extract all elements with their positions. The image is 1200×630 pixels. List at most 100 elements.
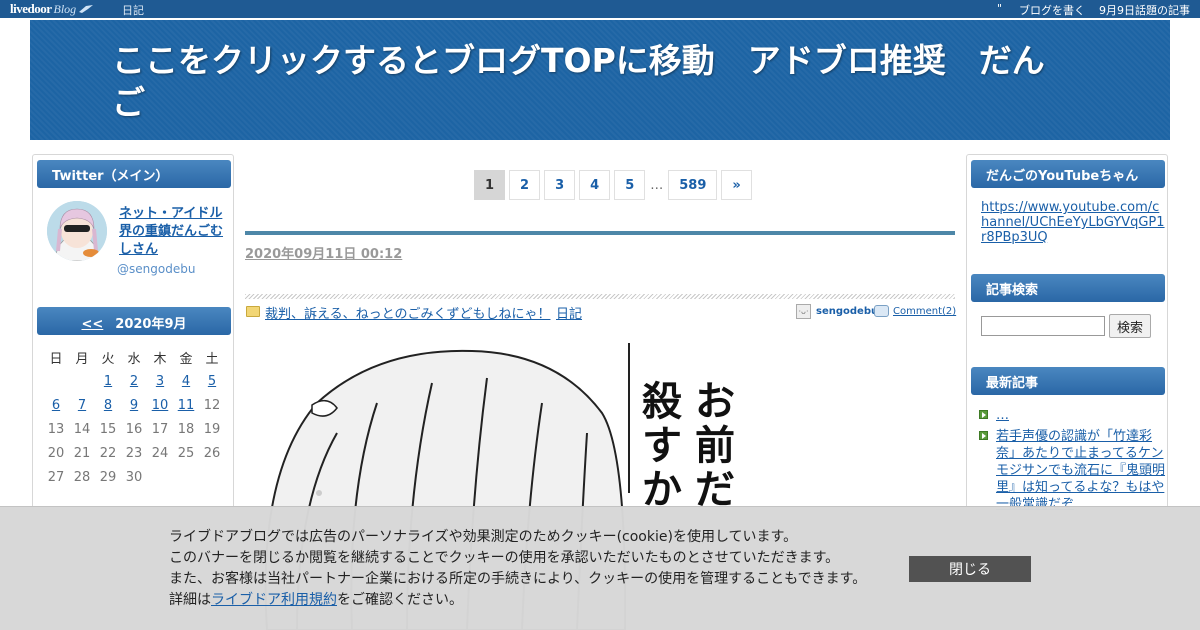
calendar-day: 19 <box>203 421 221 437</box>
calendar-day: 18 <box>177 421 195 437</box>
calendar-day[interactable]: 7 <box>69 398 95 413</box>
calendar-day[interactable]: 11 <box>173 398 199 413</box>
search-heading: 記事検索 <box>971 274 1165 302</box>
page-next-link[interactable]: » <box>721 170 752 200</box>
youtube-heading: だんごのYouTubeちゃん <box>971 160 1165 188</box>
cookie-line-1: ライブドアブログでは広告のパーソナライズや効果測定のためクッキー(cookie)… <box>169 529 798 545</box>
blog-header[interactable]: ここをクリックするとブログTOPに移動 アドブロ推奨 だんご <box>30 20 1170 140</box>
calendar-day: 23 <box>125 445 143 461</box>
comment-icon <box>874 305 889 317</box>
calendar-weekday-row: 日 月 火 水 木 金 土 <box>43 345 225 369</box>
post-date[interactable]: 2020年09月11日 00:12 <box>245 243 402 262</box>
search-input[interactable] <box>981 316 1105 336</box>
calendar-day[interactable]: 8 <box>95 398 121 413</box>
livedoor-blog-logo[interactable]: livedoor Blog <box>10 1 94 17</box>
list-item: … <box>979 407 1165 424</box>
calendar-days: 1 2 3 4 5 6 7 8 9 10 11 12 13 14 15 16 17 18 19 20 21 22 23 24 2… <box>43 369 225 489</box>
post-comments-link[interactable]: Comment(2) <box>893 306 956 317</box>
cookie-close-button[interactable]: 閉じる <box>909 556 1031 582</box>
twitter-avatar[interactable] <box>47 201 107 261</box>
calendar-prev-link[interactable]: << <box>81 317 103 332</box>
calendar-grid: 日 月 火 水 木 金 土 1 2 3 4 5 6 7 8 9 10 11 12 13 14 15 16 17 1… <box>43 345 225 489</box>
pagination: 1 2 3 4 5 … 589 » <box>474 170 752 200</box>
cookie-line-2: このバナーを閉じるか閲覧を継続することでクッキーの使用を承認いただいたものとさせ… <box>169 550 840 566</box>
weekday-thu: 木 <box>153 351 167 367</box>
calendar-week-row: 20 21 22 23 24 25 26 <box>43 441 225 465</box>
bullet-arrow-icon <box>979 431 988 440</box>
calendar-day[interactable]: 9 <box>121 398 147 413</box>
folder-icon <box>246 306 260 317</box>
recent-article-link[interactable]: … <box>996 408 1009 423</box>
manga-text-5: す <box>642 423 682 469</box>
post-category-link[interactable]: 日記 <box>556 303 582 322</box>
calendar-day: 12 <box>203 397 221 413</box>
top-bar: livedoor Blog 日記 " ブログを書く 9月9日話題の記事 <box>0 0 1200 18</box>
main-divider <box>245 231 955 235</box>
weekday-wed: 水 <box>127 351 141 367</box>
twitter-display-name[interactable]: ネット・アイドル界の重鎮だんごむしさん <box>119 205 235 259</box>
page-ellipsis: … <box>650 177 664 193</box>
calendar-week-row: 27 28 29 30 <box>43 465 225 489</box>
calendar-day[interactable]: 1 <box>95 374 121 389</box>
weekday-sat: 土 <box>205 351 219 367</box>
quote-icon: " <box>997 2 1003 15</box>
bullet-arrow-icon <box>979 410 988 419</box>
list-item: 若手声優の認識が「竹達彩奈」あたりで止まってるケンモジサンでも流石に『鬼頭明里』… <box>979 428 1165 513</box>
calendar-week-row: 6 7 8 9 10 11 12 <box>43 393 225 417</box>
calendar-day[interactable]: 5 <box>199 374 225 389</box>
page-4-link[interactable]: 4 <box>579 170 611 200</box>
youtube-channel-link[interactable]: https://www.youtube.com/channel/UChEeYyL… <box>981 200 1165 245</box>
calendar-day: 26 <box>203 445 221 461</box>
write-blog-link[interactable]: ブログを書く <box>1019 2 1085 18</box>
manga-text-2: 前 <box>695 423 734 469</box>
weekday-sun: 日 <box>49 351 63 367</box>
calendar-day[interactable]: 10 <box>147 398 173 413</box>
logo-text: livedoor <box>10 1 52 16</box>
manga-text-4: 殺 <box>642 379 682 425</box>
calendar-day: 21 <box>73 445 91 461</box>
cookie-line-3: また、お客様は当社パートナー企業における所定の手続きにより、クッキーの使用を管理… <box>169 571 867 587</box>
blog-title[interactable]: ここをクリックするとブログTOPに移動 アドブロ推奨 だんご <box>112 40 1072 124</box>
post-author[interactable]: sengodebu <box>816 306 878 317</box>
calendar-day: 25 <box>177 445 195 461</box>
calendar-week-row: 12345 <box>43 369 225 393</box>
recent-heading: 最新記事 <box>971 367 1165 395</box>
cookie-line-4: 詳細はライブドア利用規約をご確認ください。 <box>169 590 866 611</box>
bird-icon <box>79 5 94 13</box>
page-last-link[interactable]: 589 <box>668 170 718 200</box>
cookie-banner: ライブドアブログでは広告のパーソナライズや効果測定のためクッキー(cookie)… <box>0 506 1200 630</box>
cookie-line-4-suffix: をご確認ください。 <box>337 592 463 608</box>
twitter-handle[interactable]: @sengodebu <box>117 262 195 276</box>
calendar-week-row: 13 14 15 16 17 18 19 <box>43 417 225 441</box>
calendar-day: 14 <box>73 421 91 437</box>
page-1-current: 1 <box>474 170 506 200</box>
calendar-day: 13 <box>47 421 65 437</box>
top-right-links: " ブログを書く 9月9日話題の記事 <box>997 2 1190 18</box>
twitter-heading: Twitter（メイン） <box>37 160 231 188</box>
calendar-day: 27 <box>47 469 65 485</box>
calendar-day[interactable]: 4 <box>173 374 199 389</box>
calendar-month: 2020年9月 <box>115 317 187 332</box>
page-3-link[interactable]: 3 <box>544 170 576 200</box>
author-icon: ·ᴗ· <box>796 304 811 319</box>
search-button[interactable]: 検索 <box>1109 314 1151 338</box>
logo-blog-text: Blog <box>53 1 77 16</box>
recent-articles-list: … 若手声優の認識が「竹達彩奈」あたりで止まってるケンモジサンでも流石に『鬼頭明… <box>979 407 1165 517</box>
weekday-mon: 月 <box>75 351 89 367</box>
page-5-link[interactable]: 5 <box>614 170 646 200</box>
calendar-day[interactable]: 2 <box>121 374 147 389</box>
post-title-link[interactable]: 裁判、訴える、ねっとのごみくずどもしねにゃ！ <box>265 303 550 322</box>
topic-article-link[interactable]: 9月9日話題の記事 <box>1099 2 1190 18</box>
calendar-day: 30 <box>125 469 143 485</box>
cookie-message: ライブドアブログでは広告のパーソナライズや効果測定のためクッキー(cookie)… <box>169 527 866 611</box>
terms-link[interactable]: ライブドア利用規約 <box>211 592 337 608</box>
calendar-day: 20 <box>47 445 65 461</box>
calendar-day: 28 <box>73 469 91 485</box>
calendar-day[interactable]: 3 <box>147 374 173 389</box>
top-diary-link[interactable]: 日記 <box>122 2 144 18</box>
page-2-link[interactable]: 2 <box>509 170 541 200</box>
calendar-day: 17 <box>151 421 169 437</box>
calendar-day: 22 <box>99 445 117 461</box>
calendar-day[interactable]: 6 <box>43 398 69 413</box>
recent-article-link[interactable]: 若手声優の認識が「竹達彩奈」あたりで止まってるケンモジサンでも流石に『鬼頭明里』… <box>996 429 1165 512</box>
